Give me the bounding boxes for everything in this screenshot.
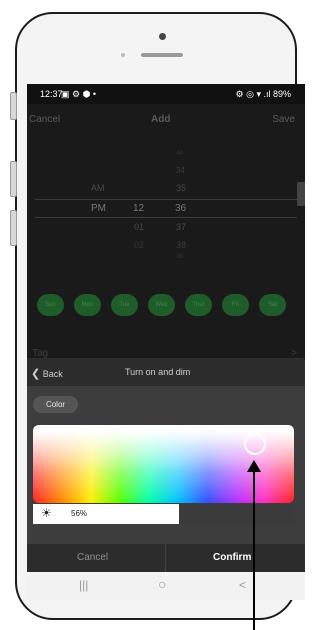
day-tue[interactable]: Tue <box>111 294 138 316</box>
color-mode-chip[interactable]: Color <box>33 396 78 413</box>
save-button[interactable]: Save <box>272 114 295 125</box>
phone-side-button <box>10 210 17 246</box>
hour-selected[interactable]: 12 <box>133 203 144 214</box>
app-screen: 12:37 ▣ ⚙ ⬢ • ⚙ ◎ ▾ .ıl 89% Cancel Add S… <box>27 84 305 600</box>
day-mon[interactable]: Mon <box>74 294 101 316</box>
cancel-button[interactable]: Cancel <box>29 114 60 125</box>
day-sun[interactable]: Sun <box>37 294 64 316</box>
side-scroll-handle[interactable] <box>297 182 305 206</box>
minute-selected[interactable]: 36 <box>175 203 186 214</box>
back-label: Back <box>42 369 63 379</box>
picker-selection-line-top <box>35 199 297 200</box>
sun-icon: ☀ <box>41 506 52 520</box>
ampm-selected[interactable]: PM <box>91 203 106 214</box>
hour-option[interactable]: 02 <box>134 240 144 250</box>
notification-icons: ▣ ⚙ ⬢ • <box>61 89 97 99</box>
minute-option[interactable]: 37 <box>176 222 186 232</box>
day-sat[interactable]: Sat <box>259 294 286 316</box>
status-bar: 12:37 ▣ ⚙ ⬢ • ⚙ ◎ ▾ .ıl 89% <box>27 84 305 104</box>
minute-option[interactable]: 35 <box>176 183 186 193</box>
sheet-header: ❮ Back Turn on and dim <box>27 358 305 386</box>
day-wed[interactable]: Wed <box>148 294 175 316</box>
day-thur[interactable]: Thur <box>185 294 212 316</box>
brightness-value: 56% <box>71 509 88 518</box>
system-nav-bar: ||| ○ < <box>27 572 305 600</box>
sheet-title: Turn on and dim <box>125 367 191 377</box>
day-fri[interactable]: Fri <box>222 294 249 316</box>
page-title: Add <box>151 114 171 125</box>
battery-percent: 89% <box>272 89 291 99</box>
annotation-arrow-shaft <box>253 469 255 630</box>
footer-divider <box>165 544 166 572</box>
sheet-cancel-button[interactable]: Cancel <box>77 552 108 563</box>
system-icons: ⚙ ◎ ▾ .ıl <box>235 89 271 99</box>
annotation-arrow-head <box>247 460 261 472</box>
confirm-button[interactable]: Confirm <box>213 552 251 563</box>
phone-side-button <box>10 92 17 120</box>
minute-option[interactable]: 34 <box>176 166 185 175</box>
time-picker[interactable]: AM PM 12 01 02 33 34 35 36 37 38 39 <box>27 146 305 266</box>
earpiece-speaker <box>141 53 183 57</box>
sheet-footer: Cancel Confirm <box>27 544 305 572</box>
color-selector-handle[interactable] <box>244 433 266 455</box>
repeat-days: Sun Mon Tue Wed Thur Fri Sat <box>37 294 299 318</box>
minute-option[interactable]: 39 <box>176 254 183 260</box>
back-button[interactable]: ❮ Back <box>31 367 63 380</box>
hour-option[interactable]: 01 <box>134 222 144 232</box>
home-button[interactable]: ○ <box>158 576 166 592</box>
sensor-dot <box>121 53 125 57</box>
status-time: 12:37 <box>40 89 63 99</box>
minute-option[interactable]: 33 <box>176 150 183 156</box>
phone-side-button <box>10 161 17 197</box>
nav-back-button[interactable]: < <box>239 578 246 592</box>
recent-apps-button[interactable]: ||| <box>79 578 88 592</box>
front-camera <box>159 33 166 40</box>
top-bar: Cancel Add Save <box>27 104 305 134</box>
minute-option[interactable]: 38 <box>176 240 186 250</box>
action-sheet: ❮ Back Turn on and dim Color ☀ 56% Cance… <box>27 358 305 600</box>
brightness-fill <box>33 504 180 524</box>
chevron-left-icon: ❮ <box>31 368 41 380</box>
picker-selection-line-bottom <box>35 217 297 218</box>
ampm-option[interactable]: AM <box>91 183 105 193</box>
status-right: ⚙ ◎ ▾ .ıl 89% <box>236 89 291 100</box>
